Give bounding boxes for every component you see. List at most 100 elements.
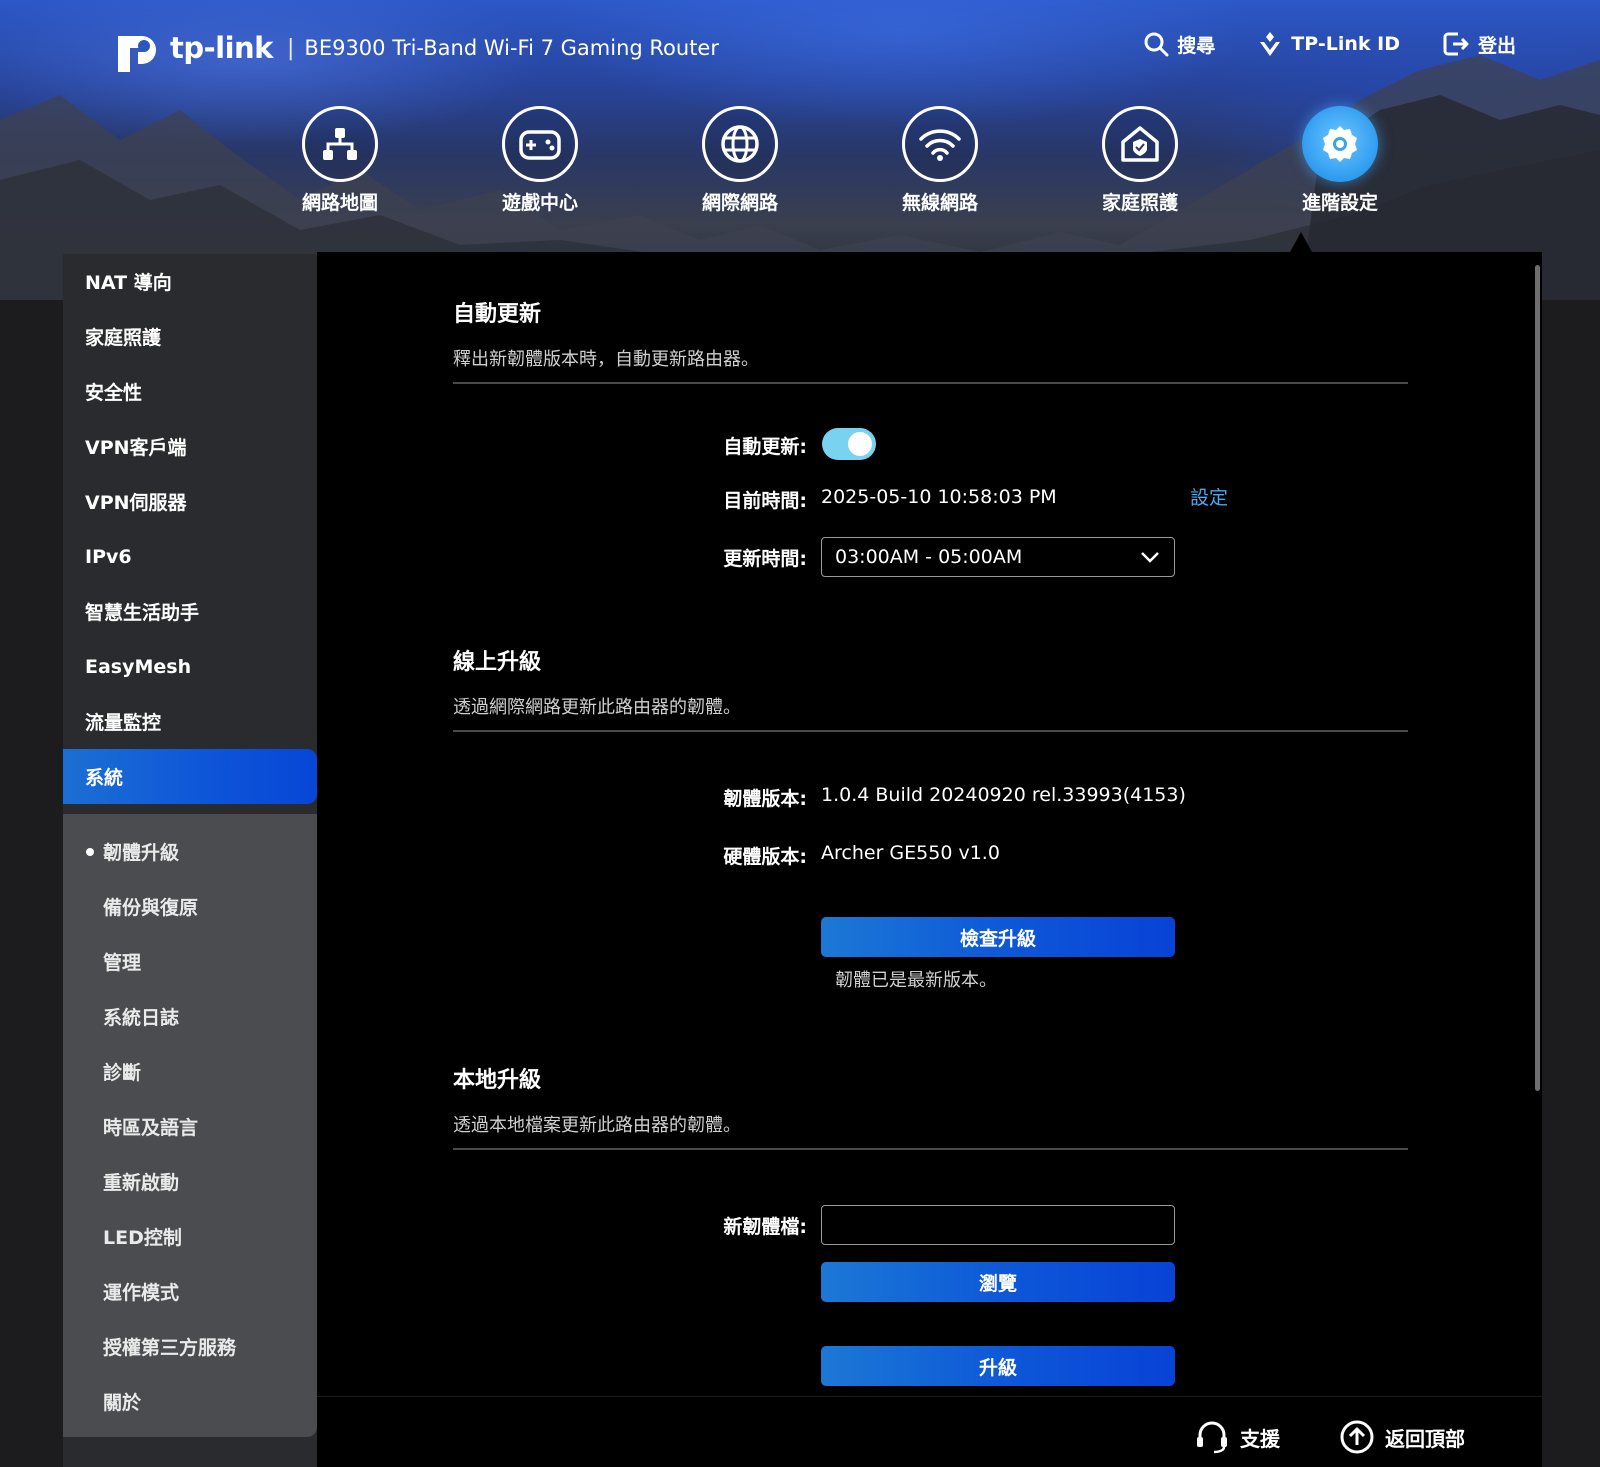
scrollbar[interactable] bbox=[1535, 265, 1540, 1091]
home-shield-icon bbox=[1121, 126, 1159, 162]
back-to-top-label: 返回頂部 bbox=[1385, 1426, 1465, 1451]
firmware-version-value: 1.0.4 Build 20240920 rel.33993(4153) bbox=[821, 784, 1186, 806]
sidebar-item-nat[interactable]: NAT 導向 bbox=[63, 254, 317, 309]
online-upgrade-section: 線上升級 透過網際網路更新此路由器的韌體。 bbox=[453, 644, 1408, 719]
divider bbox=[453, 1148, 1408, 1150]
submenu-item-third-party[interactable]: 授權第三方服務 bbox=[63, 1319, 317, 1374]
section-title: 自動更新 bbox=[453, 302, 542, 327]
tplink-id-button[interactable]: TP-Link ID bbox=[1257, 30, 1400, 58]
auto-update-toggle[interactable] bbox=[822, 428, 876, 460]
brand: tp-link | BE9300 Tri-Band Wi-Fi 7 Gaming… bbox=[112, 22, 719, 74]
nav-label: 遊戲中心 bbox=[501, 192, 578, 214]
footer: 支援 返回頂部 bbox=[317, 1396, 1542, 1467]
submenu-item-diagnostics[interactable]: 診斷 bbox=[63, 1044, 317, 1099]
logo-text: tp-link bbox=[170, 31, 273, 65]
update-time-label: 更新時間: bbox=[723, 548, 807, 570]
search-icon bbox=[1144, 32, 1169, 57]
logout-label: 登出 bbox=[1477, 34, 1516, 57]
support-label: 支援 bbox=[1240, 1426, 1280, 1451]
nav-icon-circle bbox=[702, 106, 778, 182]
nav-home-care[interactable]: 家庭照護 bbox=[1040, 106, 1240, 215]
auto-update-section: 自動更新 釋出新韌體版本時，自動更新路由器。 bbox=[453, 296, 1408, 371]
nav-icon-circle bbox=[1302, 106, 1378, 182]
new-firmware-label: 新韌體檔: bbox=[723, 1216, 807, 1238]
system-submenu: 韌體升級 備份與復原 管理 系統日誌 診斷 時區及語言 重新啟動 LED控制 運… bbox=[63, 814, 317, 1437]
hardware-version-value: Archer GE550 v1.0 bbox=[821, 842, 1000, 864]
nav-label: 家庭照護 bbox=[1101, 192, 1178, 214]
arrow-up-circle-icon bbox=[1340, 1420, 1374, 1454]
browse-button[interactable]: 瀏覽 bbox=[821, 1262, 1175, 1302]
search-button[interactable]: 搜尋 bbox=[1143, 30, 1215, 58]
tplink-id-icon bbox=[1260, 32, 1281, 56]
sidebar-item-easymesh[interactable]: EasyMesh bbox=[63, 639, 317, 694]
support-link[interactable]: 支援 bbox=[1194, 1419, 1280, 1455]
main-nav: 網路地圖 遊戲中心 網際網路 無線網路 家庭照護 進階設定 bbox=[240, 106, 1440, 215]
divider bbox=[453, 382, 1408, 384]
top-actions: 搜尋 TP-Link ID 登出 bbox=[1101, 30, 1516, 58]
content-panel: 自動更新 釋出新韌體版本時，自動更新路由器。 自動更新: 目前時間: 2025-… bbox=[317, 252, 1542, 1467]
sidebar-item-home-care[interactable]: 家庭照護 bbox=[63, 309, 317, 364]
nav-wireless[interactable]: 無線網路 bbox=[840, 106, 1040, 215]
auto-update-label: 自動更新: bbox=[723, 436, 807, 458]
tplink-logo-icon bbox=[118, 36, 156, 72]
set-time-link[interactable]: 設定 bbox=[1190, 483, 1228, 510]
brand-separator: | bbox=[286, 35, 295, 61]
globe-icon bbox=[721, 125, 759, 163]
sidebar: NAT 導向 家庭照護 安全性 VPN客戶端 VPN伺服器 IPv6 智慧生活助… bbox=[63, 254, 317, 1467]
gear-icon bbox=[1323, 126, 1357, 162]
submenu-item-about[interactable]: 關於 bbox=[63, 1374, 317, 1429]
nav-icon-circle bbox=[902, 106, 978, 182]
submenu-item-syslog[interactable]: 系統日誌 bbox=[63, 989, 317, 1044]
nav-icon-circle bbox=[1102, 106, 1178, 182]
nav-internet[interactable]: 網際網路 bbox=[640, 106, 840, 215]
logout-icon bbox=[1443, 32, 1469, 56]
section-description: 釋出新韌體版本時，自動更新路由器。 bbox=[453, 349, 759, 370]
current-time-value: 2025-05-10 10:58:03 PM bbox=[821, 486, 1057, 508]
submenu-item-reboot[interactable]: 重新啟動 bbox=[63, 1154, 317, 1209]
local-upgrade-section: 本地升級 透過本地檔案更新此路由器的韌體。 bbox=[453, 1062, 1408, 1137]
submenu-item-admin[interactable]: 管理 bbox=[63, 934, 317, 989]
nav-label: 網路地圖 bbox=[301, 192, 378, 214]
current-time-label: 目前時間: bbox=[723, 490, 807, 512]
logout-button[interactable]: 登出 bbox=[1442, 30, 1516, 58]
section-title: 線上升級 bbox=[453, 650, 542, 675]
headset-icon bbox=[1197, 1421, 1227, 1454]
section-description: 透過網際網路更新此路由器的韌體。 bbox=[453, 697, 741, 718]
update-time-value: 03:00AM - 05:00AM bbox=[835, 546, 1023, 568]
nav-advanced[interactable]: 進階設定 bbox=[1240, 106, 1440, 215]
firmware-file-input[interactable] bbox=[821, 1205, 1175, 1245]
hardware-version-label: 硬體版本: bbox=[723, 846, 807, 868]
active-nav-pointer bbox=[1289, 232, 1313, 254]
check-upgrade-button[interactable]: 檢查升級 bbox=[821, 917, 1175, 957]
update-time-select[interactable]: 03:00AM - 05:00AM bbox=[821, 537, 1175, 577]
search-label: 搜尋 bbox=[1177, 34, 1216, 57]
gamepad-icon bbox=[519, 130, 561, 160]
sidebar-item-system[interactable]: 系統 bbox=[63, 749, 317, 804]
section-description: 透過本地檔案更新此路由器的韌體。 bbox=[453, 1115, 741, 1136]
firmware-version-label: 韌體版本: bbox=[723, 788, 807, 810]
sidebar-item-security[interactable]: 安全性 bbox=[63, 364, 317, 419]
nav-network-map[interactable]: 網路地圖 bbox=[240, 106, 440, 215]
sidebar-item-traffic[interactable]: 流量監控 bbox=[63, 694, 317, 749]
nav-game-center[interactable]: 遊戲中心 bbox=[440, 106, 640, 215]
back-to-top-link[interactable]: 返回頂部 bbox=[1339, 1419, 1465, 1455]
network-map-icon bbox=[323, 128, 357, 160]
submenu-item-operation-mode[interactable]: 運作模式 bbox=[63, 1264, 317, 1319]
nav-label: 網際網路 bbox=[701, 192, 778, 214]
app-root: tp-link | BE9300 Tri-Band Wi-Fi 7 Gaming… bbox=[0, 0, 1600, 1467]
sidebar-item-vpn-client[interactable]: VPN客戶端 bbox=[63, 419, 317, 474]
upgrade-button[interactable]: 升級 bbox=[821, 1346, 1175, 1386]
divider bbox=[453, 730, 1408, 732]
nav-label: 無線網路 bbox=[901, 192, 978, 214]
chevron-down-icon bbox=[1141, 552, 1159, 563]
sidebar-item-ipv6[interactable]: IPv6 bbox=[63, 529, 317, 584]
section-title: 本地升級 bbox=[453, 1068, 542, 1093]
submenu-item-backup[interactable]: 備份與復原 bbox=[63, 879, 317, 934]
submenu-item-led[interactable]: LED控制 bbox=[63, 1209, 317, 1264]
submenu-item-firmware[interactable]: 韌體升級 bbox=[63, 824, 317, 879]
sidebar-item-vpn-server[interactable]: VPN伺服器 bbox=[63, 474, 317, 529]
submenu-item-timezone[interactable]: 時區及語言 bbox=[63, 1099, 317, 1154]
sidebar-item-smart-life[interactable]: 智慧生活助手 bbox=[63, 584, 317, 639]
router-model: BE9300 Tri-Band Wi-Fi 7 Gaming Router bbox=[304, 36, 719, 60]
nav-icon-circle bbox=[302, 106, 378, 182]
